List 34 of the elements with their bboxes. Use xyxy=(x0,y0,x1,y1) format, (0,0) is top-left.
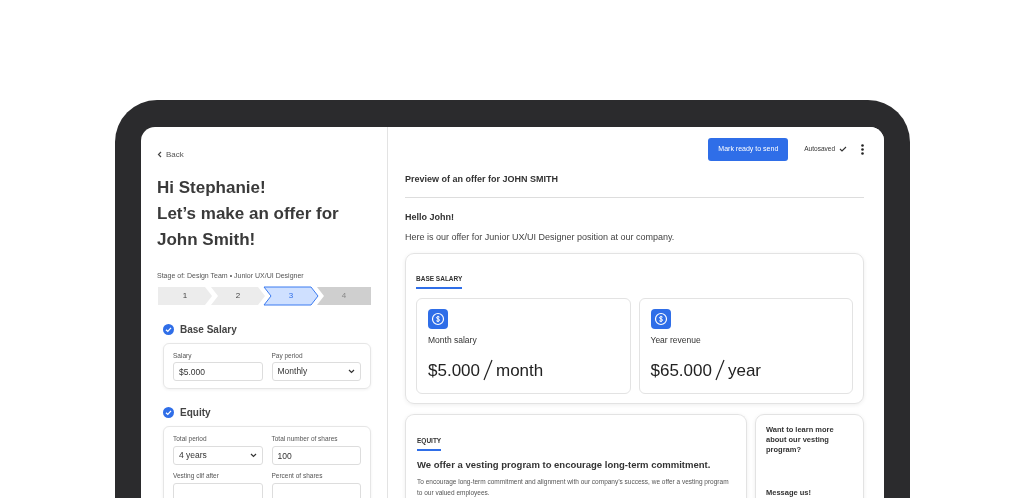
slash-icon xyxy=(714,359,725,382)
input-field[interactable] xyxy=(271,482,361,498)
unit-text: month xyxy=(496,359,544,382)
heading-line: Let’s make an offer for xyxy=(157,203,340,225)
equity-title: We offer a vesting program to encourage long-term commitment. xyxy=(417,457,712,472)
greeting-text: Hello John! xyxy=(405,211,455,224)
section-title: Equity xyxy=(180,406,211,421)
amount-text: $5.000 xyxy=(428,359,480,382)
preview-title: Preview of an offer for JOHN SMITH xyxy=(405,172,864,198)
select-field[interactable]: 4 years xyxy=(173,446,263,465)
heading-line: Hi Stephanie! xyxy=(157,177,267,199)
intro-text: Here is our offer for Junior UX/UI Designer position at our company. xyxy=(405,230,676,244)
tile-label: Month salary xyxy=(428,333,478,347)
back-link[interactable]: Back xyxy=(157,148,184,161)
step-tab[interactable]: 3 xyxy=(263,285,319,306)
input-field[interactable] xyxy=(173,482,263,498)
select-field[interactable]: Monthly xyxy=(271,362,361,382)
more-icon[interactable] xyxy=(861,143,864,155)
input-field[interactable]: 100 xyxy=(271,446,361,465)
tile-label: Year revenue xyxy=(650,333,702,347)
dollar-coin-icon xyxy=(650,308,671,329)
chevron-down-icon xyxy=(249,453,257,458)
amount-text: $65.000 xyxy=(650,359,712,382)
unit-text: year xyxy=(727,359,762,382)
chevron-down-icon xyxy=(348,369,355,375)
step-tab[interactable]: 1 xyxy=(157,285,213,306)
chevron-left-icon xyxy=(157,151,162,158)
heading-line: John Smith! xyxy=(157,229,257,251)
dollar-coin-icon xyxy=(428,308,448,329)
step-tab[interactable]: 2 xyxy=(210,285,266,306)
section-title: Base Salary xyxy=(180,322,237,337)
check-icon xyxy=(839,146,847,153)
slash-icon xyxy=(483,359,493,382)
input-field[interactable]: $5.000 xyxy=(173,362,263,382)
